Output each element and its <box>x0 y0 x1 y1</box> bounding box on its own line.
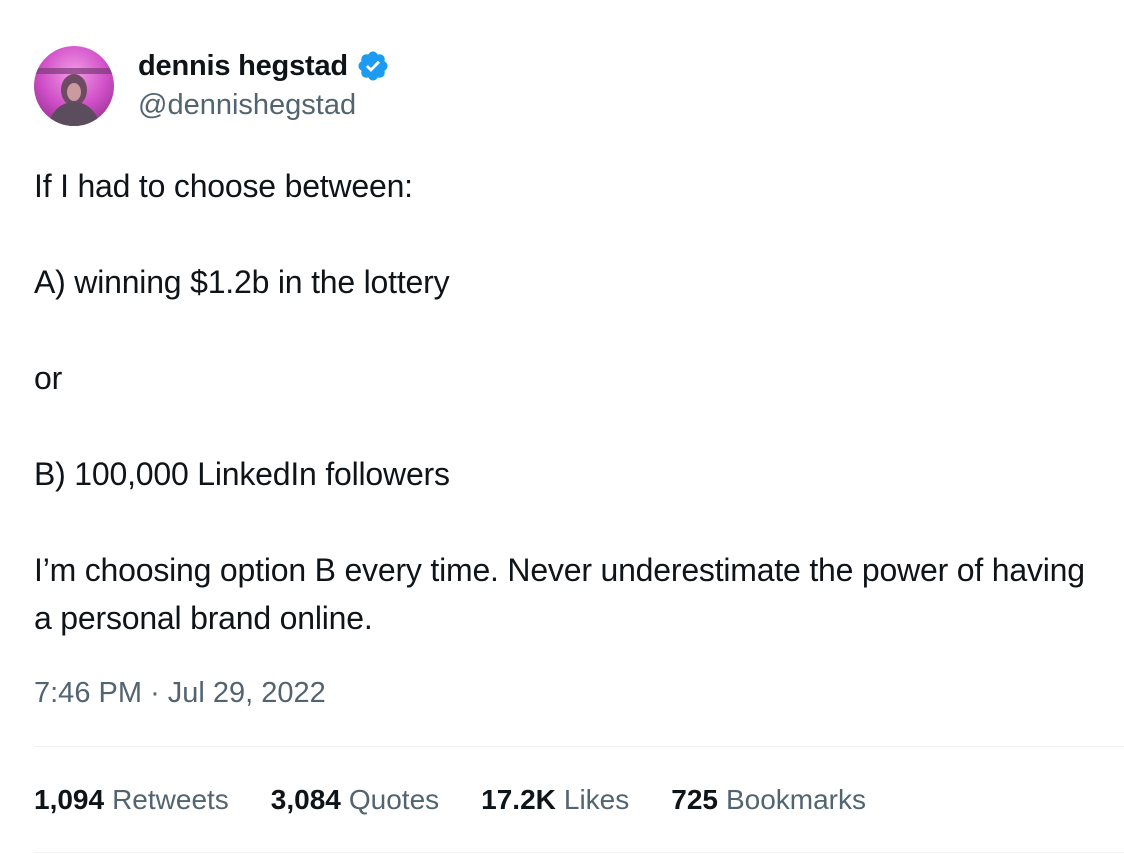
tweet-line <box>34 306 1104 354</box>
tweet-line: A) winning $1.2b in the lottery <box>34 264 450 300</box>
tweet-timestamp: 7:46 PM · Jul 29, 2022 <box>34 673 326 713</box>
quotes-stat[interactable]: 3,084 Quotes <box>271 780 439 820</box>
tweet-line <box>34 498 1104 546</box>
tweet-text: If I had to choose between: A) winning $… <box>34 162 1104 642</box>
likes-stat[interactable]: 17.2K Likes <box>481 780 629 820</box>
bookmarks-label: Bookmarks <box>725 784 867 815</box>
display-name[interactable]: dennis hegstad <box>138 47 348 85</box>
tweet-line <box>34 402 1104 450</box>
tweet-date[interactable]: Jul 29, 2022 <box>168 677 326 709</box>
engagement-stats: 1,094 Retweets 3,084 Quotes 17.2K Likes 725… <box>34 780 908 820</box>
quotes-count: 3,084 <box>270 784 341 815</box>
tweet-card: dennis hegstad @dennishegstad If I had t… <box>0 0 1124 854</box>
retweets-label: Retweets <box>112 784 229 815</box>
avatar-image <box>34 46 114 126</box>
verified-badge-icon[interactable] <box>356 49 390 83</box>
likes-label: Likes <box>563 784 630 815</box>
retweets-count: 1,094 <box>34 784 105 815</box>
tweet-line: I’m choosing option B every time. Never … <box>34 552 1094 636</box>
tweet-line: B) 100,000 LinkedIn followers <box>34 456 450 492</box>
author-handle[interactable]: @dennishegstad <box>138 86 356 124</box>
retweets-stat[interactable]: 1,094 Retweets <box>34 780 229 820</box>
tweet-line <box>34 210 1104 258</box>
author-name-row: dennis hegstad <box>138 47 390 85</box>
tweet-time[interactable]: 7:46 PM <box>34 677 142 709</box>
bookmarks-stat[interactable]: 725 Bookmarks <box>671 780 866 820</box>
quotes-label: Quotes <box>348 784 440 815</box>
tweet-line: If I had to choose between: <box>34 168 413 204</box>
divider <box>34 852 1124 853</box>
likes-count: 17.2K <box>481 784 556 815</box>
bookmarks-count: 725 <box>671 784 718 815</box>
tweet-line: or <box>34 360 63 396</box>
timestamp-separator: · <box>150 677 160 709</box>
divider <box>34 746 1124 747</box>
avatar[interactable] <box>34 46 114 126</box>
